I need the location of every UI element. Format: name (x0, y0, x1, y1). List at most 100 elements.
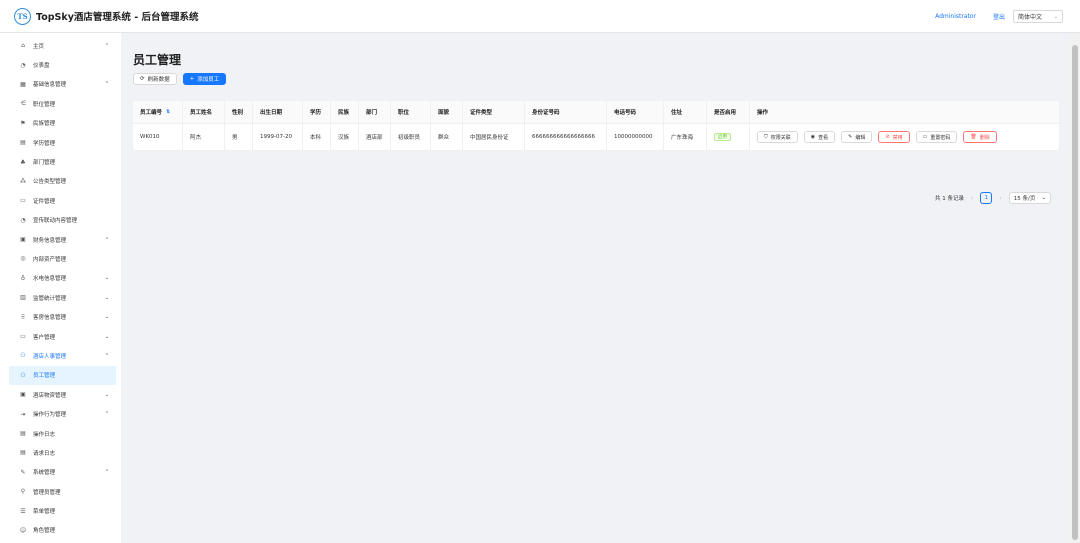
table-row: WK010 阿杰男 1999-07-20 本科 汉族 酒店部 初级职员 群众 中国居民身份证 66… (133, 124, 1059, 151)
sidebar-item-label: 客户管理 (33, 334, 56, 341)
sidebar-item[interactable]: ⋲ 职位管理 (0, 94, 121, 113)
column-header-label: 电话号码 (614, 110, 637, 116)
column-header: 部门 (359, 101, 391, 123)
page-scrollbar[interactable] (1070, 33, 1080, 543)
chevron-down-icon: ⌄ (104, 294, 109, 301)
table-cell: 本科 (303, 124, 331, 150)
sidebar-item[interactable]: ⚑ 民族管理 (0, 114, 121, 133)
column-header-label: 面貌 (438, 110, 450, 116)
sidebar-item-label: 请求日志 (33, 450, 56, 457)
sidebar-item[interactable]: ◎ 内部资产管理 (0, 249, 121, 268)
sidebar-menu: ⌂ 主页 ⌃ ◔ 仪表盘 ▦ 基础信息管理 ⌃ ⋲ 职位管理 ⚑ 民族管理 ▤ 学历管理 ♣ 部门管理 ⁂ 公告类… (0, 33, 121, 543)
sidebar-item[interactable]: ⇥ 操作行为管理 ⌃ (0, 404, 121, 423)
sidebar-item[interactable]: ⚲ 管理员管理 (0, 482, 121, 501)
page-size-select[interactable]: 15 条/页 ⌄ (1008, 192, 1051, 204)
audit-icon: ▥ (20, 294, 26, 302)
page-number[interactable]: 1 (980, 192, 993, 204)
refresh-button[interactable]: ⟳ 刷新数据 (133, 73, 177, 85)
sort-icon[interactable]: ⇅ (166, 109, 170, 115)
column-header-label: 是否启用 (714, 110, 737, 116)
sidebar-item[interactable]: ⠿ 客房信息管理 ⌄ (0, 307, 121, 326)
sidebar-item[interactable]: ♁ 水电信息管理 ⌄ (0, 269, 121, 288)
home-icon: ⌂ (21, 42, 25, 50)
chevron-up-icon: ⌃ (104, 469, 109, 476)
menu-icon: ☰ (20, 507, 26, 515)
sidebar-item-label: 仪表盘 (33, 63, 50, 70)
refresh-button-label: 刷新数据 (147, 77, 170, 83)
action-button-label: 编辑 (855, 134, 866, 141)
key-icon: ⚲ (20, 488, 26, 496)
room-icon: ⠿ (20, 313, 26, 321)
main-area: 员工管理 ⟳ 刷新数据 + 添加员工 员工编号 ⇅ 员工姓名 性别 出生日期 学历 民族 部门… (121, 33, 1069, 543)
desktop-icon: ▭ (20, 333, 26, 341)
chevron-up-icon: ⌃ (104, 236, 109, 243)
sidebar-item[interactable]: ◔ 宣传联动内容管理 (0, 211, 121, 230)
sidebar-item[interactable]: ⌂ 主页 ⌃ (0, 36, 121, 55)
add-employee-button[interactable]: + 添加员工 (182, 73, 227, 85)
column-header: 身份证号码 (525, 101, 607, 123)
edit-icon: ✎ (848, 134, 853, 140)
employee-table: 员工编号 ⇅ 员工姓名 性别 出生日期 学历 民族 部门 职位 面貌 证件类型 身份证号码 电话号码 住址… (133, 101, 1059, 151)
column-header-label: 住址 (671, 110, 683, 116)
sidebar-item[interactable]: ▣ 酒店物资管理 ⌄ (0, 385, 121, 404)
next-page-icon[interactable]: › (999, 195, 1001, 202)
sidebar-item[interactable]: ▭ 客户管理 ⌄ (0, 327, 121, 346)
sidebar-item[interactable]: ◔ 仪表盘 (0, 55, 121, 74)
sidebar-item[interactable]: ☺ 角色管理 (0, 521, 121, 540)
sidebar-item[interactable]: ▥ 监管统计管理 ⌄ (0, 288, 121, 307)
sidebar-item[interactable]: ▤ 学历管理 (0, 133, 121, 152)
column-header-label: 操作 (757, 110, 769, 116)
column-header[interactable]: 员工编号 ⇅ (133, 101, 183, 123)
action-button[interactable]: 🗑 删除 (963, 131, 997, 143)
pagination: 共 1 条记录 ‹ 1 › 15 条/页 ⌄ (935, 192, 1051, 204)
sidebar-item[interactable]: ✎ 系统管理 ⌃ (0, 463, 121, 482)
page-title: 员工管理 (133, 53, 182, 67)
sidebar-item[interactable]: ⚇ 酒店人事管理 ⌃ (0, 346, 121, 365)
sidebar-item[interactable]: ♣ 部门管理 (0, 152, 121, 171)
share-icon: ⋲ (20, 100, 26, 108)
sidebar-item[interactable]: ☰ 菜单管理 (0, 501, 121, 520)
table-cell: 初级职员 (391, 124, 431, 150)
account-book-icon: ▣ (20, 236, 26, 244)
log-icon: ▤ (20, 449, 26, 457)
team-icon: ⚇ (20, 352, 26, 360)
sidebar-item[interactable]: ▦ 基础信息管理 ⌃ (0, 75, 121, 94)
sidebar-item-label: 管理员管理 (33, 489, 61, 496)
tool-icon: ✎ (20, 468, 26, 476)
column-header: 面貌 (431, 101, 463, 123)
table-cell: 酒店部 (359, 124, 391, 150)
user-name-link[interactable]: Administrator (935, 13, 976, 20)
actions-cell: ⛉ 权限关联 ◉ 查看 ✎ 编辑 ⊘ 禁用 ▭ 重置密码 🗑 删除 (750, 124, 1059, 150)
action-button[interactable]: ✎ 编辑 (841, 131, 873, 143)
sidebar-item-label: 角色管理 (33, 528, 56, 535)
sidebar-item[interactable]: ⁂ 公告类型管理 (0, 172, 121, 191)
sidebar-item[interactable]: ▤ 请求日志 (0, 443, 121, 462)
sidebar-item-label: 学历管理 (33, 140, 56, 147)
chevron-down-icon: ⌄ (1053, 13, 1058, 20)
chevron-down-icon: ⌄ (104, 391, 109, 398)
column-header-label: 身份证号码 (532, 110, 560, 116)
export-icon: ⇥ (20, 410, 26, 418)
column-header-label: 性别 (232, 110, 244, 116)
sidebar-item[interactable]: ▤ 操作日志 (0, 424, 121, 443)
action-button[interactable]: ◉ 查看 (803, 131, 836, 143)
sidebar-item-label: 证件管理 (33, 198, 56, 205)
sidebar-item[interactable]: ▭ 证件管理 (0, 191, 121, 210)
sidebar-item[interactable]: ⚇ 员工管理 (9, 365, 116, 386)
table-cell: 10000000000 (607, 124, 664, 150)
dashboard-icon: ◔ (20, 216, 26, 224)
prev-page-icon[interactable]: ‹ (971, 195, 973, 202)
add-employee-button-label: 添加员工 (197, 77, 220, 83)
language-select[interactable]: 简体中文 ⌄ (1013, 10, 1063, 23)
action-button[interactable]: ⛉ 权限关联 (757, 131, 798, 143)
sidebar-item-label: 操作行为管理 (33, 412, 67, 419)
column-header: 员工姓名 (183, 101, 225, 123)
sidebar-item[interactable]: ▣ 财务信息管理 ⌃ (0, 230, 121, 249)
action-button[interactable]: ⊘ 禁用 (878, 131, 910, 143)
logout-link[interactable]: 登出 (993, 12, 1005, 21)
content-panel: 员工管理 ⟳ 刷新数据 + 添加员工 员工编号 ⇅ 员工姓名 性别 出生日期 学历 民族 部门… (130, 42, 1060, 543)
dashboard-icon: ◔ (20, 61, 26, 69)
scroll-thumb[interactable] (1072, 45, 1078, 540)
column-header-label: 证件类型 (470, 110, 493, 116)
action-button[interactable]: ▭ 重置密码 (915, 131, 958, 143)
